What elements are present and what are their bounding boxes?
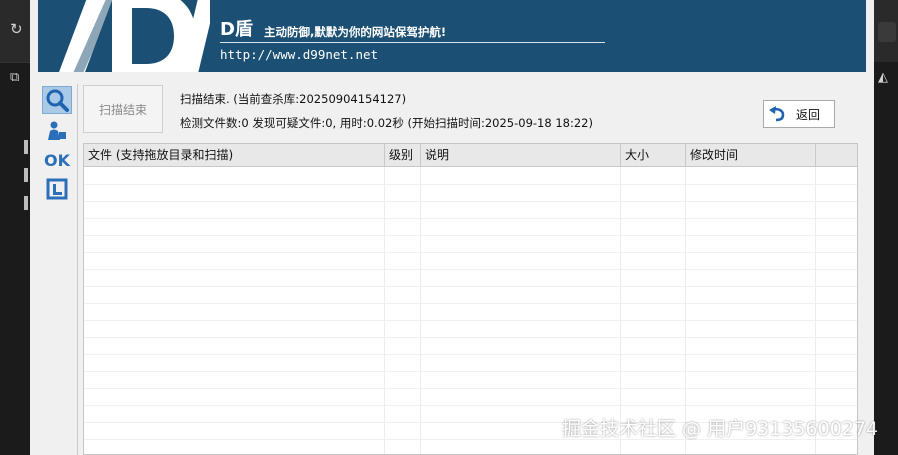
table-row[interactable]: [84, 371, 857, 389]
window-tool-button[interactable]: [42, 175, 72, 203]
tabs-icon[interactable]: ⧉: [10, 70, 19, 85]
back-button-label: 返回: [796, 107, 821, 122]
column-file[interactable]: 文件 (支持拖放目录和扫描): [84, 144, 385, 166]
undo-icon: [768, 106, 786, 122]
table-header: 文件 (支持拖放目录和扫描) 级别 说明 大小 修改时间: [84, 144, 857, 167]
column-size[interactable]: 大小: [621, 144, 686, 166]
table-row[interactable]: [84, 269, 857, 287]
table-row[interactable]: [84, 235, 857, 253]
sidebar-divider: [77, 84, 78, 455]
background-window-left: ↻ ⧉: [0, 0, 30, 455]
background-window-right: ◭: [874, 0, 898, 455]
user-tool-button[interactable]: [42, 117, 72, 145]
table-row[interactable]: [84, 439, 857, 454]
banner-divider: [220, 42, 605, 43]
d-logo-icon: [59, 0, 210, 72]
table-row[interactable]: [84, 320, 857, 338]
table-row[interactable]: [84, 218, 857, 236]
left-toolbar: OK: [38, 84, 74, 455]
column-level[interactable]: 级别: [385, 144, 421, 166]
table-row[interactable]: [84, 167, 857, 185]
magnifier-icon: [46, 89, 69, 112]
column-description[interactable]: 说明: [421, 144, 621, 166]
scan-summary-line: 检测文件数:0 发现可疑文件:0, 用时:0.02秒 (开始扫描时间:2025-…: [180, 116, 593, 130]
header-banner: D盾 主动防御,默默为你的网站保驾护航! http://www.d99net.n…: [38, 0, 866, 72]
back-button[interactable]: 返回: [763, 100, 835, 128]
brand-title: D盾: [220, 19, 253, 40]
brand-slogan: 主动防御,默默为你的网站保驾护航!: [264, 25, 447, 39]
scan-button[interactable]: 扫描结束: [83, 85, 163, 133]
ok-icon: OK: [44, 150, 70, 170]
table-row[interactable]: [84, 337, 857, 355]
table-row[interactable]: [84, 388, 857, 406]
table-row[interactable]: [84, 252, 857, 270]
background-toolbar: ↻: [0, 0, 30, 63]
website-url[interactable]: http://www.d99net.net: [220, 47, 378, 62]
table-row[interactable]: [84, 286, 857, 304]
scan-status-line: 扫描结束. (当前查杀库:20250904154127): [180, 92, 407, 106]
background-toolbar-right: [874, 0, 898, 62]
dshield-dialog: D盾 主动防御,默默为你的网站保驾护航! http://www.d99net.n…: [30, 0, 878, 455]
watermark: 掘金技术社区 @ 用户93135600274: [562, 418, 879, 440]
table-row[interactable]: [84, 354, 857, 372]
user-tool-icon: [48, 121, 66, 140]
scan-tool-button[interactable]: [42, 86, 72, 114]
table-row[interactable]: [84, 201, 857, 219]
table-row[interactable]: [84, 303, 857, 321]
results-table[interactable]: 文件 (支持拖放目录和扫描) 级别 说明 大小 修改时间: [83, 143, 858, 455]
table-row[interactable]: [84, 184, 857, 202]
window-icon: [46, 178, 68, 200]
ok-tool-button[interactable]: OK: [42, 146, 72, 174]
background-button[interactable]: [878, 22, 896, 42]
reload-icon[interactable]: ↻: [10, 20, 23, 38]
side-panel-icon[interactable]: ◭: [878, 70, 888, 85]
column-modified-time[interactable]: 修改时间: [686, 144, 816, 166]
